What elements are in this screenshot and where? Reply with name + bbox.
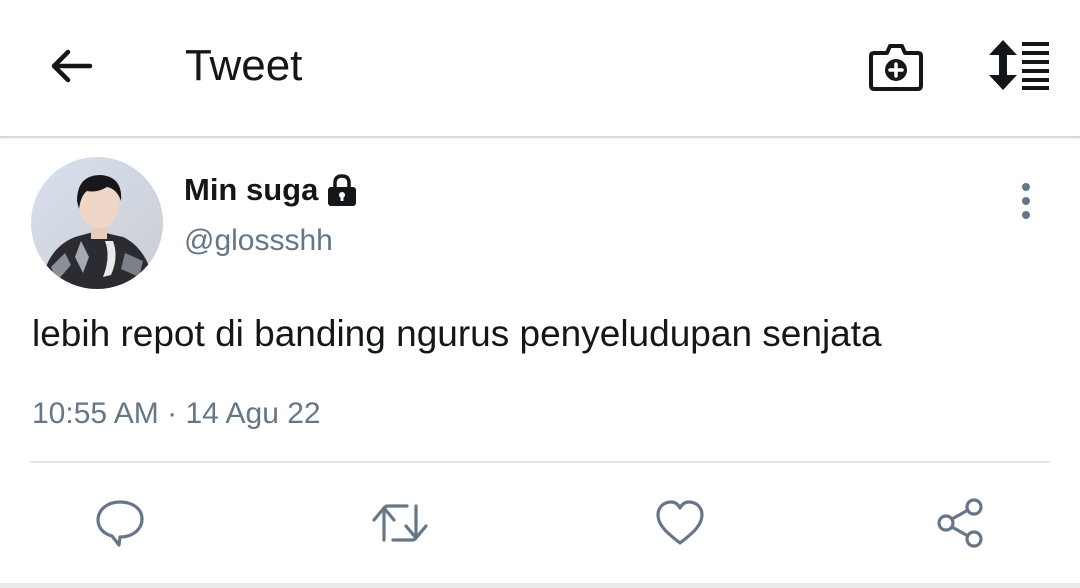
- like-button[interactable]: [653, 496, 707, 550]
- back-button[interactable]: [46, 40, 98, 92]
- tweet-timestamp: 10:55 AM · 14 Agu 22: [32, 394, 321, 434]
- sort-list-icon: [989, 40, 1049, 90]
- meta-separator: ·: [167, 397, 178, 430]
- arrow-left-icon: [51, 49, 93, 83]
- reply-icon: [96, 500, 144, 547]
- camera-plus-icon: [869, 44, 923, 91]
- lock-icon: [328, 174, 357, 206]
- avatar[interactable]: [31, 157, 163, 289]
- page-title: Tweet: [185, 41, 303, 90]
- divider: [30, 461, 1050, 463]
- profile-photo: [31, 157, 163, 289]
- bottom-divider: [0, 583, 1080, 588]
- share-icon: [937, 498, 983, 548]
- tweet-date: 14 Agu 22: [185, 397, 321, 430]
- author-name[interactable]: Min suga: [184, 172, 318, 208]
- more-vertical-icon: [1022, 183, 1030, 219]
- sort-button[interactable]: [984, 38, 1054, 94]
- retweet-button[interactable]: [371, 496, 428, 550]
- author-handle[interactable]: @glossshh: [184, 224, 333, 258]
- share-button[interactable]: [934, 496, 988, 550]
- tweet-time: 10:55 AM: [32, 397, 159, 430]
- heart-icon: [656, 500, 704, 545]
- reply-button[interactable]: [93, 496, 147, 550]
- camera-button[interactable]: [866, 36, 926, 96]
- top-app-bar: Tweet: [0, 0, 1080, 138]
- tweet-text: lebih repot di banding ngurus penyeludup…: [32, 313, 882, 354]
- retweet-icon: [372, 504, 428, 542]
- author-row: Min suga: [184, 168, 358, 212]
- more-options-button[interactable]: [1008, 180, 1044, 222]
